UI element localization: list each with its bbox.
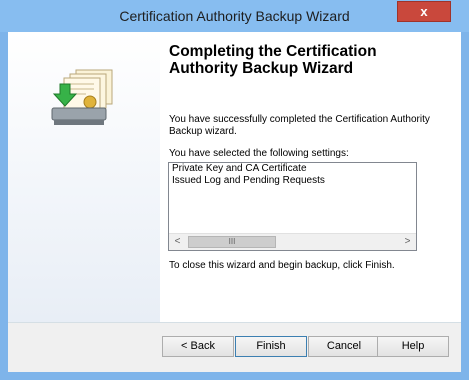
help-button[interactable]: Help [377, 336, 449, 357]
settings-list-item: Private Key and CA Certificate [172, 163, 307, 174]
wizard-client-area: Completing the Certification Authority B… [8, 32, 461, 372]
settings-label: You have selected the following settings… [169, 148, 349, 159]
wizard-side-panel [8, 32, 160, 322]
scroll-left-arrow-icon[interactable]: < [169, 234, 186, 250]
scroll-thumb[interactable]: III [188, 236, 276, 248]
cancel-button[interactable]: Cancel [308, 336, 380, 357]
title-bar: Certification Authority Backup Wizard x [0, 0, 469, 32]
settings-list-item: Issued Log and Pending Requests [172, 175, 325, 186]
scroll-right-arrow-icon[interactable]: > [399, 234, 416, 250]
page-title: Completing the Certification Authority B… [169, 43, 377, 77]
back-button[interactable]: < Back [162, 336, 234, 357]
certificate-backup-icon [51, 69, 113, 125]
finish-button[interactable]: Finish [235, 336, 307, 357]
close-icon: x [420, 4, 428, 19]
finish-hint: To close this wizard and begin backup, c… [169, 260, 395, 271]
wizard-content: Completing the Certification Authority B… [160, 32, 461, 322]
completion-message: You have successfully completed the Cert… [169, 114, 430, 137]
close-button[interactable]: x [397, 1, 451, 22]
wizard-window: Certification Authority Backup Wizard x … [0, 0, 469, 380]
button-separator [8, 322, 461, 323]
horizontal-scrollbar[interactable]: < III > [169, 233, 416, 250]
settings-listbox[interactable]: Private Key and CA Certificate Issued Lo… [168, 162, 417, 251]
